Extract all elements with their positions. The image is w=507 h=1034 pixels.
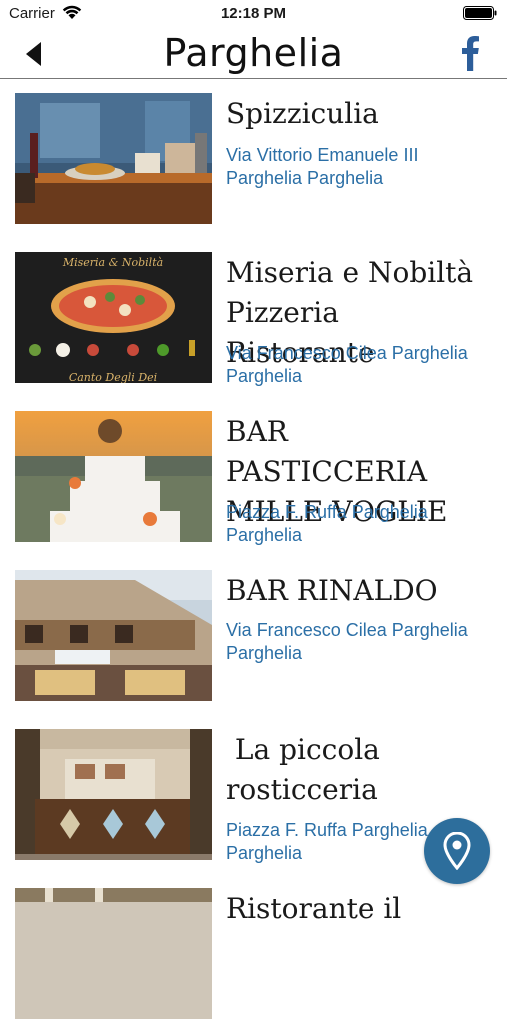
place-photo	[15, 411, 212, 542]
clock: 12:18 PM	[220, 5, 287, 22]
list-item[interactable]: BAR RINALDO Via Francesco Cilea Pargheli…	[0, 557, 507, 716]
list-item[interactable]: Miseria & Nobiltà Canto Degli Dei Miseri…	[0, 239, 507, 398]
place-address: Via Vittorio Emanuele III Parghelia Parg…	[226, 145, 419, 188]
place-name: Spizziculia	[226, 97, 379, 130]
place-photo	[15, 93, 212, 224]
place-photo	[15, 570, 212, 701]
map-pin-icon	[443, 832, 471, 870]
place-name: BAR RINALDO	[226, 574, 438, 607]
image-caption-bottom: Canto Degli Dei	[69, 371, 157, 383]
facebook-icon[interactable]	[461, 35, 483, 71]
list-item[interactable]: Ristorante il	[0, 875, 507, 1034]
page-title: Parghelia	[163, 31, 344, 75]
place-photo	[15, 729, 212, 860]
place-address: Piazza F. Ruffa Parghelia Parghelia	[226, 502, 428, 545]
image-caption-top: Miseria & Nobiltà	[62, 256, 163, 269]
place-name: La piccola rosticceria	[226, 733, 389, 806]
place-address: Via Francesco Cilea Parghelia Parghelia	[226, 343, 468, 386]
place-name: Ristorante il	[226, 892, 402, 925]
navigation-bar: Parghelia	[0, 28, 507, 79]
map-button[interactable]	[424, 818, 490, 884]
battery-icon	[463, 6, 497, 20]
status-bar: Carrier 12:18 PM	[0, 0, 507, 28]
place-address: Via Francesco Cilea Parghelia Parghelia	[226, 620, 468, 663]
place-photo: Miseria & Nobiltà Canto Degli Dei	[15, 252, 212, 383]
list-item[interactable]: BAR PASTICCERIA MILLE VOGLIE Piazza F. R…	[0, 398, 507, 557]
list-item[interactable]: Spizziculia Via Vittorio Emanuele III Pa…	[0, 80, 507, 239]
place-photo	[15, 888, 212, 1019]
